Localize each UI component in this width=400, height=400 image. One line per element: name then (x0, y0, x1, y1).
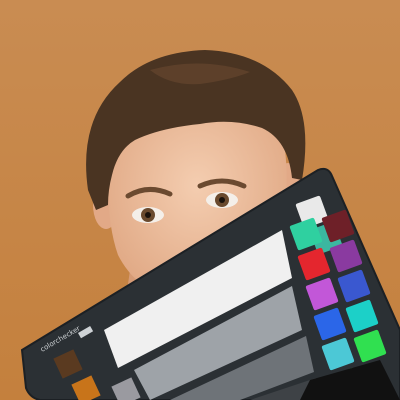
eye-right-pupil (219, 197, 225, 203)
photo-scene: colorchecker (0, 0, 400, 400)
photo-canvas: colorchecker (0, 0, 400, 400)
eye-left-pupil (145, 212, 151, 218)
